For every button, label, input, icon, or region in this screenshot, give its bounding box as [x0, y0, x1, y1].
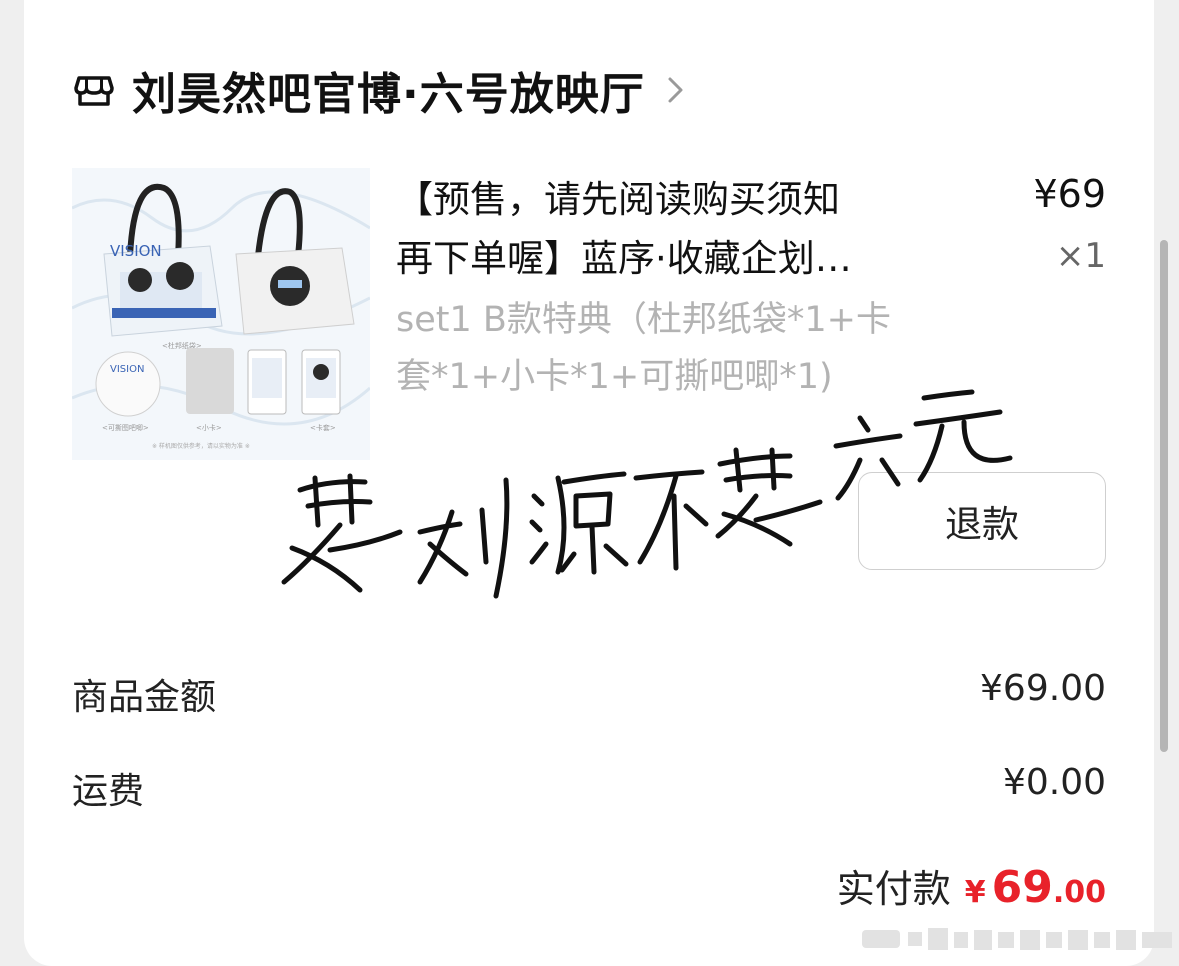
- product-title[interactable]: 【预售，请先阅读购买须知 再下单喔】蓝序·收藏企划…: [396, 170, 956, 288]
- paid-currency: ¥: [964, 875, 986, 910]
- thumb-footnote: ※ 样机图仅供参考，请以实物为准 ※: [152, 442, 250, 450]
- shipping-value: ¥0.00: [1002, 762, 1106, 803]
- paid-decimal: .00: [1052, 875, 1106, 910]
- chevron-right-icon[interactable]: [667, 75, 685, 105]
- unit-price: ¥69: [1033, 172, 1106, 216]
- svg-text:VISION: VISION: [110, 364, 144, 375]
- thumb-caption-sleeve: <卡套>: [310, 423, 336, 432]
- shop-header[interactable]: 刘昊然吧官博·六号放映厅: [72, 62, 685, 120]
- shipping-label: 运费: [72, 771, 145, 812]
- product-thumbnail[interactable]: VISION <杜邦纸袋> VISION <可撕图吧唧> <小卡> <卡套> ※…: [72, 168, 370, 460]
- goods-amount-label: 商品金额: [72, 677, 217, 718]
- paid-integer: 69: [991, 862, 1053, 913]
- goods-amount-value: ¥69.00: [980, 668, 1106, 709]
- paid-amount-row: 实付款 ¥ 69 .00: [837, 858, 1106, 913]
- shop-name[interactable]: 刘昊然吧官博·六号放映厅: [132, 58, 645, 122]
- watermark: [862, 928, 1172, 950]
- thumb-brand-text: VISION: [110, 242, 162, 260]
- thumb-caption-badge: <可撕图吧唧>: [102, 423, 149, 432]
- product-title-line: 【预售，请先阅读购买须知: [396, 178, 840, 221]
- quantity: ×1: [1055, 236, 1106, 276]
- thumb-caption-card: <小卡>: [196, 423, 222, 432]
- product-spec-line: set1 B款特典（杜邦纸袋*1+卡: [396, 300, 891, 340]
- scrollbar[interactable]: [1160, 240, 1168, 752]
- product-spec-line: 套*1+小卡*1+可撕吧唧*1): [396, 357, 833, 397]
- store-icon: [74, 76, 114, 106]
- product-image: VISION <杜邦纸袋> VISION <可撕图吧唧> <小卡> <卡套> ※…: [72, 168, 370, 460]
- refund-button[interactable]: 退款: [858, 472, 1106, 570]
- product-spec: set1 B款特典（杜邦纸袋*1+卡 套*1+小卡*1+可撕吧唧*1): [396, 292, 936, 406]
- paid-label: 实付款: [836, 867, 951, 911]
- product-title-line: 再下单喔】蓝序·收藏企划…: [396, 237, 852, 280]
